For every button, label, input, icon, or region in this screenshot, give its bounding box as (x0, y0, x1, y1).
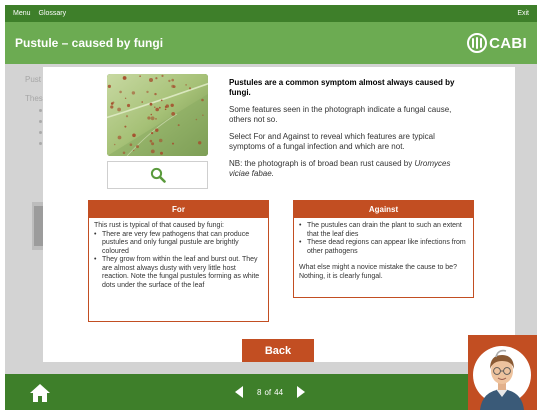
page-navigator: 8 of 44 (235, 374, 306, 410)
page-total: 44 (274, 387, 284, 397)
for-panel: For This rust is typical of that caused … (88, 200, 269, 322)
against-panel: Against The pustules can drain the plant… (293, 200, 474, 298)
against-list-item: The pustules can drain the plant to such… (299, 222, 468, 239)
description-heading: Pustules are a common symptom almost alw… (229, 78, 455, 97)
previous-page-arrow-icon[interactable] (235, 386, 243, 398)
description-paragraph-1: Some features seen in the photograph ind… (229, 105, 452, 124)
cabi-logo-icon (467, 33, 488, 53)
top-menu-bar: Menu Glossary Exit (5, 5, 537, 22)
background-bullet (39, 142, 42, 145)
against-list-item: These dead regions can appear like infec… (299, 239, 468, 256)
for-list: There are very few pathogens that can pr… (94, 231, 263, 291)
for-panel-header[interactable]: For (89, 201, 268, 218)
page-title: Pustule – caused by fungi (15, 36, 164, 50)
background-bullet (39, 109, 42, 112)
background-text-1: Pust (25, 75, 42, 84)
description-nb: NB: the photograph is of broad bean rust… (229, 159, 459, 179)
description-text: Pustules are a common symptom almost alw… (229, 78, 459, 186)
for-list-item: There are very few pathogens that can pr… (94, 231, 263, 257)
background-bullet (39, 120, 42, 123)
glossary-link[interactable]: Glossary (39, 10, 67, 17)
bottom-nav-bar: 8 of 44 (5, 374, 537, 410)
background-bullet (39, 131, 42, 134)
against-note: What else might a novice mistake the cau… (299, 264, 457, 280)
home-icon[interactable] (29, 383, 51, 403)
back-button[interactable]: Back (242, 339, 314, 362)
for-panel-body: This rust is typical of that caused by f… (89, 218, 268, 294)
leaf-photo (107, 74, 208, 156)
cabi-logo: CABI (467, 33, 527, 53)
for-list-item: They grow from within the leaf and burst… (94, 256, 263, 290)
background-text-2: Thes (25, 94, 43, 103)
description-paragraph-2: Select For and Against to reveal which f… (229, 132, 435, 151)
menu-link[interactable]: Menu (13, 10, 31, 17)
next-page-arrow-icon[interactable] (297, 386, 306, 398)
against-list: The pustules can drain the plant to such… (299, 222, 468, 256)
magnifier-icon (150, 167, 166, 183)
against-panel-body: The pustules can drain the plant to such… (294, 218, 473, 285)
exit-link[interactable]: Exit (517, 10, 529, 17)
nb-text: NB: the photograph is of broad bean rust… (229, 159, 415, 168)
info-dialog: Pustules are a common symptom almost alw… (43, 67, 515, 362)
for-panel-intro: This rust is typical of that caused by f… (94, 222, 224, 229)
zoom-button[interactable] (107, 161, 208, 189)
brand-name: CABI (489, 34, 527, 52)
guide-avatar[interactable] (468, 335, 537, 410)
page-of-label: of (264, 387, 272, 397)
page-current: 8 (257, 387, 262, 397)
against-panel-header[interactable]: Against (294, 201, 473, 218)
app-frame: Menu Glossary Exit Pustule – caused by f… (5, 5, 537, 410)
title-bar: Pustule – caused by fungi CABI (5, 22, 537, 64)
